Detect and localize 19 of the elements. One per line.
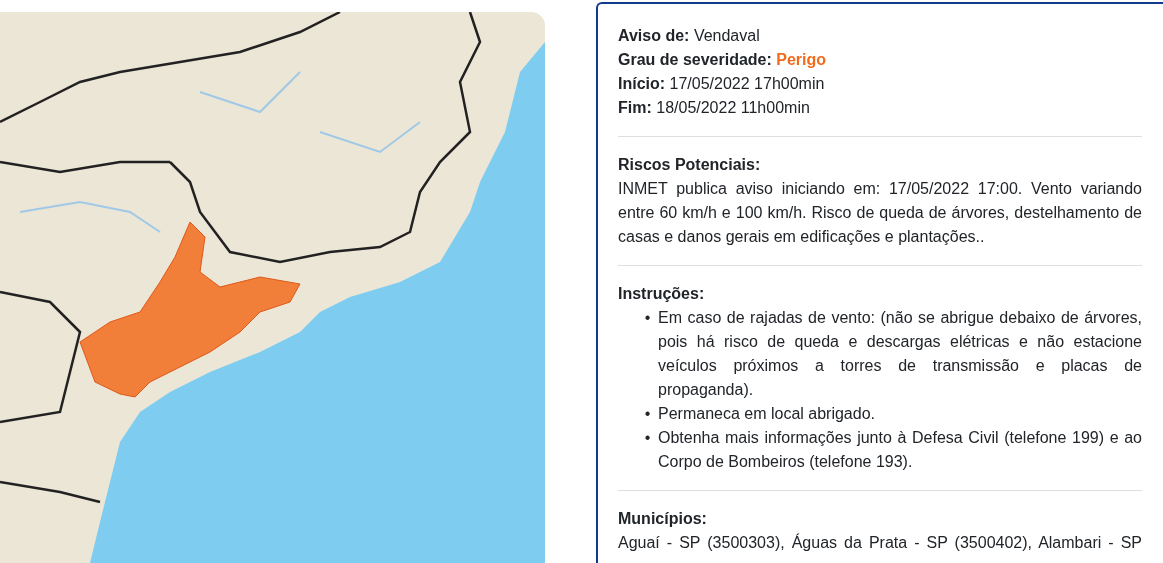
section-text: Aguaí - SP (3500303), Águas da Prata - SP (3500402), Alambari - SP	[618, 532, 1142, 553]
section-title: Riscos Potenciais:	[618, 155, 762, 175]
field-value: Vendaval	[693, 27, 760, 44]
bullet: •	[643, 428, 652, 448]
field-label: Aviso de:	[618, 27, 690, 44]
instruction-item: Obtenha mais informações junto à Defesa Civil (telefone 199) e ao Corpo de Bombeiros (telefone 193).	[658, 428, 1142, 472]
field-label: Início:	[618, 75, 666, 92]
field-value: 18/05/2022 11h00min	[656, 99, 810, 116]
instruction-item: Em caso de rajadas de vento: (não se abrigue debaixo de árvores, pois há risco de queda e descargas elétricas e não estacione veículos próximos a torres de transmissão e placas de propaganda).	[658, 308, 1142, 400]
field-value: 17/05/2022 17h00min	[669, 75, 825, 92]
bullet: •	[643, 308, 652, 328]
instruction-item: Permaneca em local abrigado.	[658, 404, 876, 424]
section-text: INMET publica aviso iniciando em: 17/05/2022 17:00. Vento variando entre 60 km/h e 100 km/h. Risco de queda de árvores, destelhamento de casas e danos gerais em edificações e plantações..	[618, 179, 1142, 247]
field-label: Fim:	[618, 99, 652, 116]
section-title: Municípios:	[618, 509, 708, 529]
bullet: •	[643, 404, 652, 424]
severity-value: Perigo	[776, 51, 827, 68]
field-label: Grau de severidade:	[618, 51, 772, 68]
section-title: Instruções:	[618, 284, 706, 304]
